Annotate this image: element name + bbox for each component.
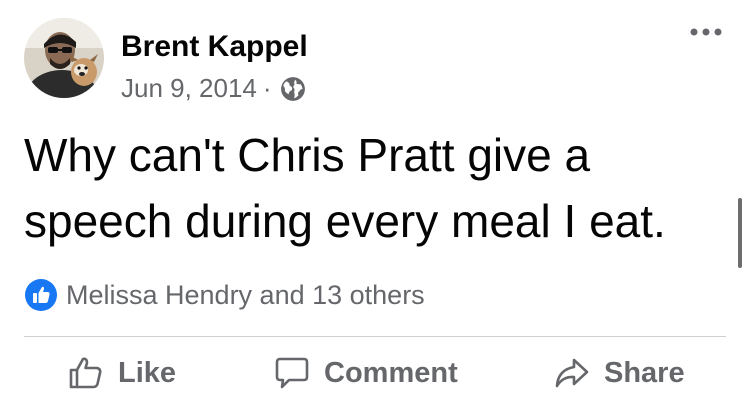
reactions-summary[interactable]: Melissa Hendry and 13 others <box>24 278 425 312</box>
more-options-icon[interactable] <box>688 22 724 42</box>
share-button[interactable]: Share <box>554 355 685 391</box>
author-name[interactable]: Brent Kappel <box>121 30 308 64</box>
share-arrow-icon <box>555 358 589 388</box>
divider <box>24 336 726 337</box>
like-button[interactable]: Like <box>68 355 176 391</box>
action-bar: Like Comment Share <box>24 355 726 405</box>
comment-button[interactable]: Comment <box>274 355 458 391</box>
meta-separator: · <box>262 73 272 103</box>
like-reaction-icon <box>25 279 57 311</box>
post-message: Why can't Chris Pratt give a speech duri… <box>24 129 666 247</box>
avatar-image <box>24 18 104 98</box>
post-meta: Jun 9, 2014 · <box>121 73 306 104</box>
share-label: Share <box>604 356 685 389</box>
globe-icon[interactable] <box>280 76 306 102</box>
comment-label: Comment <box>324 356 458 389</box>
thumbs-up-icon <box>69 357 102 389</box>
facebook-post: Brent Kappel Jun 9, 2014 · Why can't Chr… <box>0 0 750 408</box>
comment-icon <box>275 357 309 389</box>
like-label: Like <box>118 356 177 389</box>
post-date[interactable]: Jun 9, 2014 <box>121 73 257 104</box>
scrollbar[interactable] <box>738 198 742 268</box>
reactions-text: Melissa Hendry and 13 others <box>66 279 425 310</box>
author-avatar[interactable] <box>24 18 104 98</box>
